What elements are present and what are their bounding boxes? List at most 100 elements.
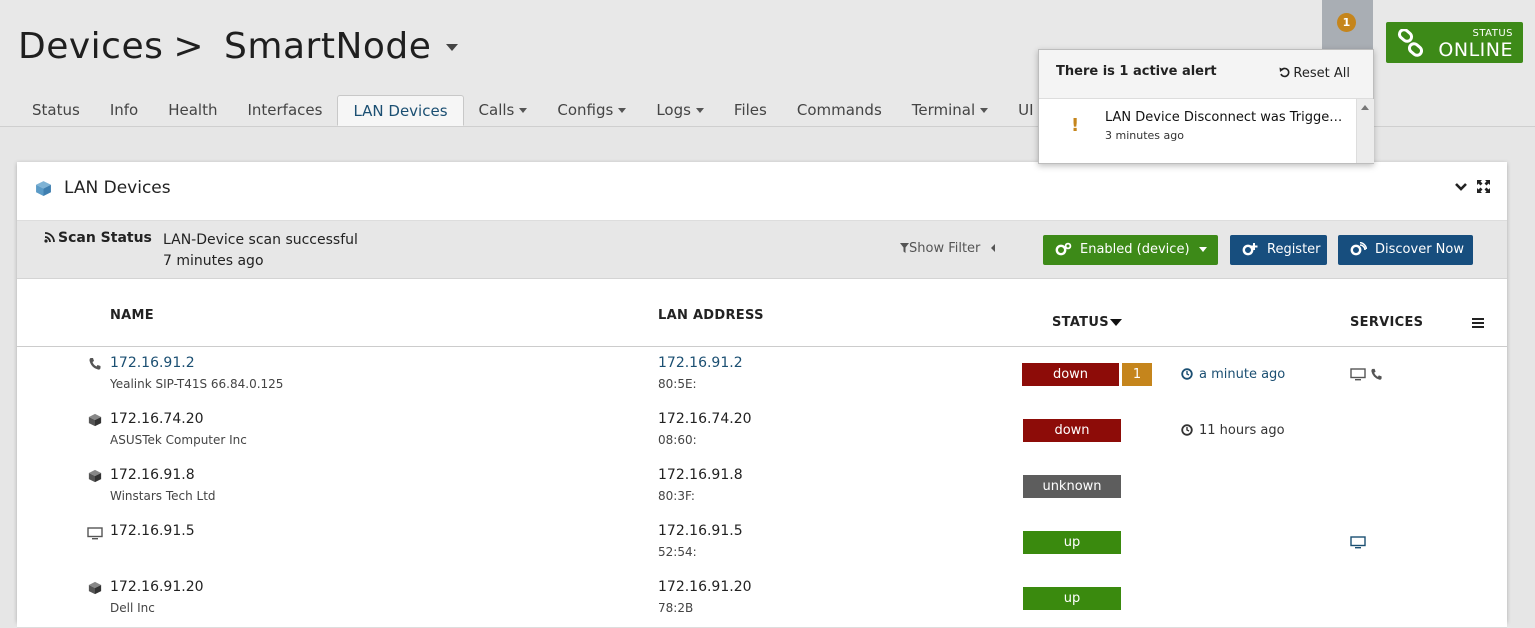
alert-count-badge: 1: [1337, 13, 1356, 32]
cube-icon: [88, 469, 102, 483]
alerts-toggle-button[interactable]: 1: [1322, 0, 1373, 50]
column-header-services: SERVICES: [1350, 315, 1424, 330]
clock-icon: [1181, 368, 1193, 380]
column-header-name[interactable]: NAME: [110, 308, 154, 323]
device-mac: 08:60:: [658, 433, 697, 447]
table-header: NAME LAN ADDRESS STATUS SERVICES: [17, 279, 1507, 347]
panel-controls: [1455, 180, 1490, 193]
tab-configs[interactable]: Configs: [542, 95, 641, 126]
status-badge: unknown: [1023, 475, 1121, 498]
chevron-down-icon: [618, 108, 627, 113]
cube-icon: [88, 413, 102, 427]
device-name-link[interactable]: 172.16.91.2: [110, 355, 195, 371]
register-button[interactable]: Register: [1230, 235, 1327, 265]
tab-calls[interactable]: Calls: [464, 95, 543, 126]
device-name: 172.16.74.20: [110, 411, 204, 427]
device-mac: 80:3F:: [658, 489, 695, 503]
tab-commands[interactable]: Commands: [782, 95, 897, 126]
monitor-icon[interactable]: [1350, 368, 1366, 381]
services-cell: [1350, 536, 1366, 549]
status-online-button[interactable]: STATUS ONLINE: [1386, 22, 1523, 63]
tab-logs[interactable]: Logs: [641, 95, 719, 126]
node-dropdown-caret-icon[interactable]: [446, 44, 458, 51]
alerts-scrollbar[interactable]: [1356, 99, 1374, 163]
fullscreen-icon[interactable]: [1477, 180, 1490, 193]
table-row: 172.16.74.20 ASUSTek Computer Inc 172.16…: [17, 403, 1507, 460]
lan-devices-panel: LAN Devices Scan Status LAN-Device scan …: [17, 162, 1507, 628]
scan-time: 7 minutes ago: [163, 253, 264, 269]
breadcrumb-separator: >: [173, 26, 205, 67]
monitor-icon[interactable]: [1350, 536, 1366, 549]
rss-icon: [44, 232, 55, 243]
status-badge: up: [1023, 531, 1121, 554]
tab-interfaces[interactable]: Interfaces: [232, 95, 337, 126]
table-row: 172.16.91.5 172.16.91.5 52:54: up: [17, 515, 1507, 572]
device-address-link[interactable]: 172.16.91.2: [658, 355, 743, 371]
gears-icon: [1055, 242, 1072, 256]
chevron-down-icon: [519, 108, 528, 113]
device-mac: 78:2B: [658, 601, 694, 615]
device-mac: 80:5E:: [658, 377, 697, 391]
sort-desc-icon: [1109, 319, 1122, 326]
cube-icon: [88, 581, 102, 595]
phone-icon: [89, 358, 101, 370]
monitor-icon: [87, 527, 103, 540]
alert-count-badge[interactable]: 1: [1122, 363, 1152, 386]
scan-result: LAN-Device scan successful: [163, 232, 358, 248]
scroll-up-icon[interactable]: [1361, 105, 1369, 110]
gear-wifi-icon: [1350, 241, 1368, 256]
chevron-down-icon: [1198, 247, 1207, 252]
device-name: 172.16.91.5: [110, 523, 195, 539]
column-menu-icon[interactable]: [1472, 318, 1484, 330]
status-label: STATUS: [1472, 28, 1513, 39]
alerts-dropdown: There is 1 active alert Reset All ! LAN …: [1038, 49, 1374, 164]
device-address: 172.16.91.8: [658, 467, 743, 483]
chevron-down-icon: [980, 108, 989, 113]
panel-title: LAN Devices: [64, 178, 171, 198]
last-seen: 11 hours ago: [1181, 423, 1285, 438]
cube-icon: [36, 181, 51, 196]
column-header-status[interactable]: STATUS: [1052, 315, 1122, 330]
tab-health[interactable]: Health: [153, 95, 232, 126]
tab-files[interactable]: Files: [719, 95, 782, 126]
device-name: 172.16.91.8: [110, 467, 195, 483]
tab-bar: Status Info Health Interfaces LAN Device…: [17, 95, 1062, 126]
phone-icon[interactable]: [1370, 368, 1383, 381]
scan-status-bar: Scan Status LAN-Device scan successful 7…: [17, 221, 1507, 279]
undo-icon: [1279, 67, 1290, 78]
show-filter-toggle[interactable]: Show Filter: [900, 241, 996, 256]
table-row: 172.16.91.2 Yealink SIP-T41S 66.84.0.125…: [17, 347, 1507, 404]
status-badge: down: [1022, 363, 1119, 386]
panel-header: LAN Devices: [17, 162, 1507, 221]
scan-status-label: Scan Status: [44, 230, 152, 246]
device-name: 172.16.91.20: [110, 579, 204, 595]
alert-item-text: LAN Device Disconnect was Triggered: [1105, 110, 1345, 125]
gear-plus-icon: [1242, 243, 1258, 256]
status-badge: up: [1023, 587, 1121, 610]
device-address: 172.16.74.20: [658, 411, 752, 427]
table-row: 172.16.91.20 Dell Inc 172.16.91.20 78:2B…: [17, 571, 1507, 628]
device-address: 172.16.91.5: [658, 523, 743, 539]
collapse-chevron-icon[interactable]: [1455, 182, 1467, 192]
last-seen-link[interactable]: a minute ago: [1181, 367, 1285, 382]
tab-status[interactable]: Status: [17, 95, 95, 126]
tab-info[interactable]: Info: [95, 95, 153, 126]
caret-left-icon: [990, 244, 995, 252]
tab-terminal[interactable]: Terminal: [897, 95, 1003, 126]
reset-all-button[interactable]: Reset All: [1279, 66, 1350, 81]
tab-lan-devices[interactable]: LAN Devices: [337, 95, 464, 126]
chevron-down-icon: [695, 108, 704, 113]
column-header-lan-address[interactable]: LAN ADDRESS: [658, 308, 764, 323]
node-selector-label[interactable]: SmartNode: [224, 26, 431, 67]
enabled-device-dropdown-button[interactable]: Enabled (device): [1043, 235, 1218, 265]
alerts-title: There is 1 active alert: [1056, 64, 1217, 79]
page-title-text: Devices: [18, 26, 164, 67]
discover-now-button[interactable]: Discover Now: [1338, 235, 1473, 265]
device-vendor: Winstars Tech Ltd: [110, 489, 216, 503]
clock-icon: [1181, 424, 1193, 436]
device-mac: 52:54:: [658, 545, 697, 559]
services-cell: [1350, 368, 1383, 381]
device-vendor: Yealink SIP-T41S 66.84.0.125: [110, 377, 284, 391]
alert-item-time: 3 minutes ago: [1105, 129, 1184, 142]
alert-item[interactable]: ! LAN Device Disconnect was Triggered 3 …: [1039, 99, 1355, 163]
